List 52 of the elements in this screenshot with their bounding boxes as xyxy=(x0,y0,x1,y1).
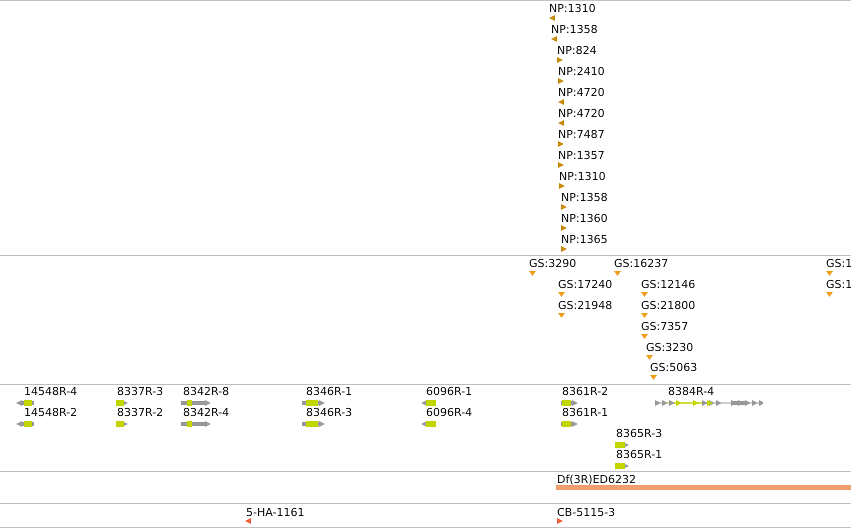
feature-label: GS:17240 xyxy=(558,278,612,291)
feature-label: GS:1 xyxy=(826,257,851,270)
gene-label: 8361R-2 xyxy=(562,385,608,398)
feature-label: GS:21948 xyxy=(558,299,612,312)
feature-label: NP:4720 xyxy=(558,107,605,120)
gene-label: 8346R-1 xyxy=(306,385,352,398)
gene-label: 8346R-3 xyxy=(306,406,352,419)
feature-label: NP:1310 xyxy=(549,2,596,15)
gene-label: 8337R-2 xyxy=(117,406,164,419)
insertion-label: 5-HA-1161 xyxy=(246,506,304,519)
gene-label: 6096R-4 xyxy=(426,406,472,419)
gene-label: 8384R-4 xyxy=(668,385,714,398)
feature-marker-icon xyxy=(646,355,653,360)
feature-marker-icon xyxy=(529,271,536,276)
gene-label: 8365R-3 xyxy=(616,427,662,440)
feature-label: NP:1358 xyxy=(551,23,598,36)
feature-label: NP:4720 xyxy=(558,86,605,99)
feature-label: NP:7487 xyxy=(558,128,605,141)
gene-label: 14548R-2 xyxy=(24,406,78,419)
feature-label: GS:7357 xyxy=(641,320,688,333)
feature-label: NP:824 xyxy=(557,44,597,57)
feature-label: GS:12146 xyxy=(641,278,696,291)
feature-marker-icon xyxy=(650,375,657,380)
feature-marker-icon xyxy=(641,334,648,339)
gene-label: 14548R-4 xyxy=(24,385,78,398)
feature-label: GS:5063 xyxy=(650,361,698,374)
feature-label: NP:1310 xyxy=(559,170,606,183)
feature-label: GS:3290 xyxy=(529,257,576,270)
feature-label: GS:1 xyxy=(826,278,851,291)
feature-marker-icon xyxy=(641,292,648,297)
feature-label: GS:3230 xyxy=(646,341,694,354)
feature-label: GS:16237 xyxy=(614,257,668,270)
feature-label: NP:2410 xyxy=(558,65,605,78)
deficiency-label: Df(3R)ED6232 xyxy=(557,473,636,486)
feature-marker-icon xyxy=(558,313,565,318)
feature-label: NP:1358 xyxy=(561,191,608,204)
feature-marker-icon xyxy=(614,271,621,276)
feature-label: NP:1357 xyxy=(558,149,605,162)
feature-marker-icon xyxy=(558,292,565,297)
insertion-label: CB-5115-3 xyxy=(557,506,616,519)
gene-label: 6096R-1 xyxy=(426,385,472,398)
feature-label: GS:21800 xyxy=(641,299,696,312)
gene-label: 8342R-8 xyxy=(183,385,230,398)
feature-marker-icon xyxy=(641,313,648,318)
gene-label: 8342R-4 xyxy=(183,406,230,419)
feature-label: NP:1360 xyxy=(561,212,608,225)
gene-label: 8365R-1 xyxy=(616,448,662,461)
gene-label: 8361R-1 xyxy=(562,406,608,419)
feature-marker-icon xyxy=(826,271,833,276)
gene-label: 8337R-3 xyxy=(117,385,164,398)
feature-marker-icon xyxy=(826,292,833,297)
feature-label: NP:1365 xyxy=(561,233,608,246)
